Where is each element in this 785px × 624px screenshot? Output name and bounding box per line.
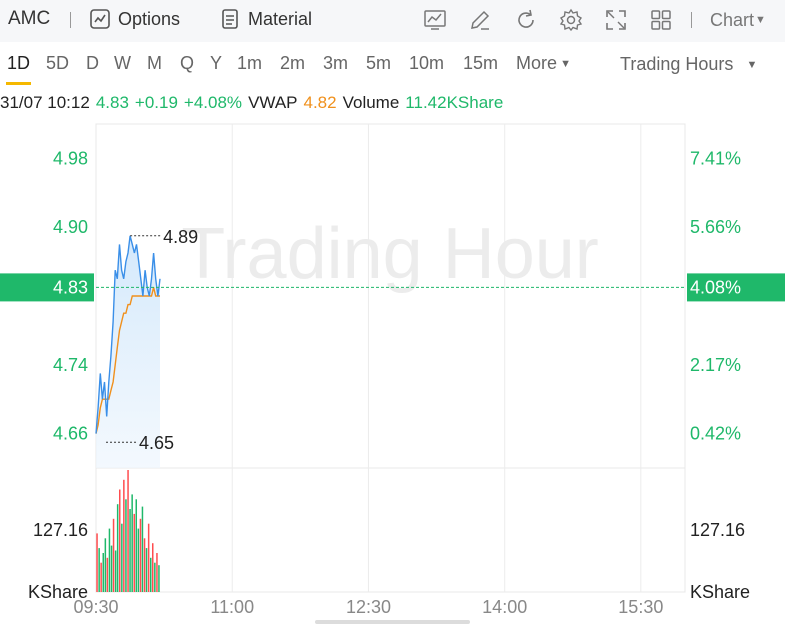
volume-bar — [143, 538, 146, 592]
pct-axis-tick: 0.42% — [690, 424, 741, 444]
chart-scrollbar[interactable] — [315, 620, 470, 624]
volume-bar — [137, 528, 140, 592]
volume-bar — [156, 553, 158, 592]
chart-grid — [95, 123, 686, 593]
volume-bar — [121, 523, 123, 592]
plot-frame — [95, 123, 686, 593]
time-axis-tick: 09:30 — [73, 597, 118, 617]
volume-bar — [145, 548, 148, 592]
low-marker-label: 4.65 — [139, 433, 174, 453]
volume-bar — [102, 553, 104, 592]
volume-bar — [96, 533, 98, 592]
volume-bar — [152, 543, 154, 592]
volume-bar — [139, 518, 142, 592]
pct-axis-tick: 2.17% — [690, 355, 741, 375]
volume-axis-tick-right: 127.16 — [690, 520, 745, 540]
time-axis-tick: 11:00 — [210, 597, 254, 617]
volume-axis-tick-left: 127.16 — [33, 520, 88, 540]
intraday-chart[interactable]: Trading Hour 4.98 4.90 4.74 4.66 7.41% 5.66% 2… — [0, 0, 785, 624]
time-axis-tick: 12:30 — [346, 597, 391, 617]
volume-bar — [112, 518, 115, 592]
volume-bar — [147, 523, 150, 592]
volume-bar — [100, 562, 102, 592]
volume-bar — [108, 528, 111, 592]
time-axis-tick: 14:00 — [482, 597, 527, 617]
pct-axis-tick: 7.41% — [690, 148, 741, 168]
high-marker-label: 4.89 — [163, 227, 198, 247]
volume-bar — [150, 557, 152, 592]
volume-bar — [131, 494, 133, 592]
volume-bar — [125, 499, 127, 592]
pct-axis-tick: 5.66% — [690, 217, 741, 237]
volume-bars — [96, 470, 160, 592]
volume-bar — [123, 479, 125, 592]
volume-bar — [135, 499, 137, 592]
volume-bar — [158, 565, 160, 592]
volume-bar — [127, 470, 129, 592]
volume-bar — [116, 504, 119, 592]
volume-bar — [129, 509, 131, 592]
volume-bar — [114, 550, 117, 592]
current-pct-tag-label: 4.08% — [690, 277, 741, 297]
price-axis-tick: 4.74 — [53, 355, 88, 375]
current-price-tag-label: 4.83 — [53, 277, 88, 297]
price-axis-tick: 4.90 — [53, 217, 88, 237]
volume-bar — [119, 489, 121, 592]
trading-hour-watermark: Trading Hour — [181, 214, 599, 294]
price-axis-tick: 4.98 — [53, 148, 88, 168]
volume-bar — [154, 562, 156, 592]
time-axis-tick: 15:30 — [618, 597, 663, 617]
volume-bar — [141, 506, 144, 592]
volume-bar — [133, 513, 135, 592]
price-axis-tick: 4.66 — [53, 424, 88, 444]
volume-unit-right: KShare — [690, 582, 750, 602]
volume-bar — [104, 538, 107, 592]
volume-bar — [110, 545, 113, 592]
volume-bar — [106, 557, 109, 592]
volume-bar — [98, 548, 100, 592]
